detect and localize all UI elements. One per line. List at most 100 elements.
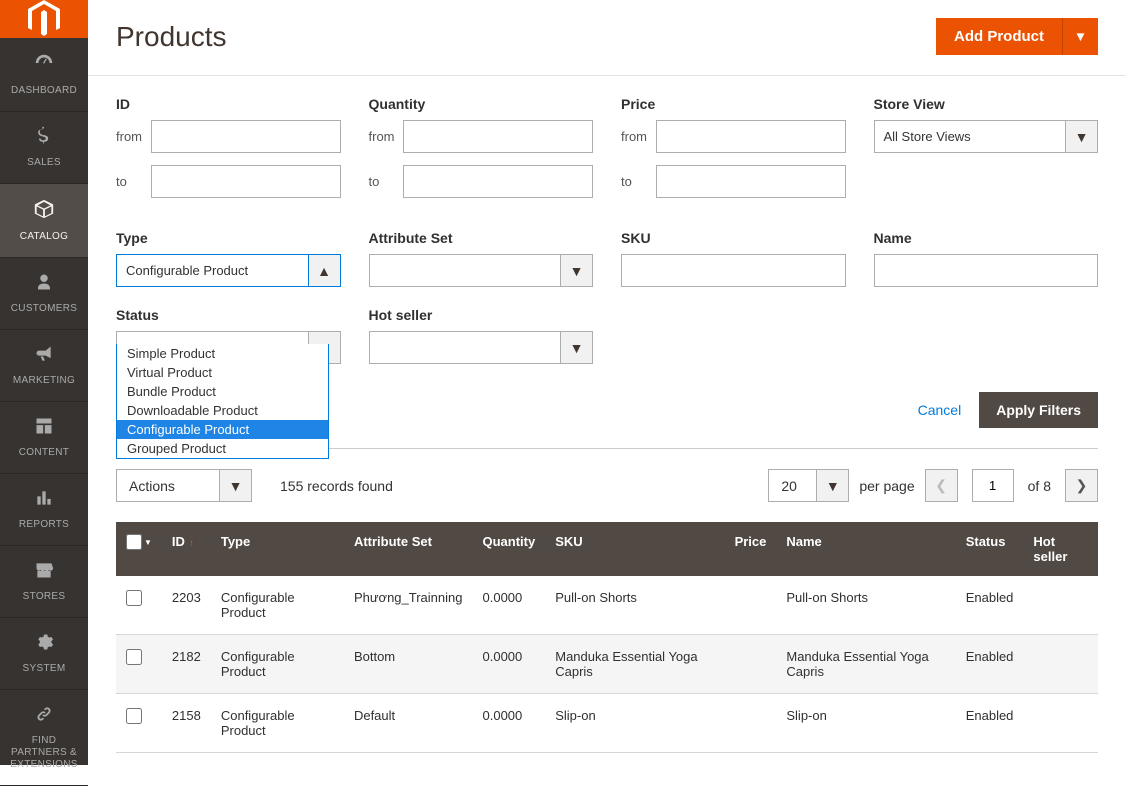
chevron-down-icon[interactable]: ▼ [560,254,593,287]
perpage-select[interactable]: 20 ▼ [768,469,849,502]
records-found: 155 records found [280,478,393,494]
row-checkbox[interactable] [126,708,142,724]
add-product-group: Add Product ▼ [936,18,1098,55]
col-attrset[interactable]: Attribute Set [344,522,473,576]
col-status[interactable]: Status [956,522,1024,576]
nav-catalog[interactable]: CATALOG [0,184,88,258]
to-label: to [116,174,151,189]
cell-attrset: Bottom [344,635,473,694]
type-option-downloadable[interactable]: Downloadable Product [117,401,328,420]
nav-marketing[interactable]: MARKETING [0,330,88,402]
price-to-input[interactable] [656,165,846,198]
nav-system[interactable]: SYSTEM [0,618,88,690]
bars-icon [34,488,54,514]
table-row[interactable]: 2182Configurable ProductBottom0.0000Mand… [116,635,1098,694]
col-sku[interactable]: SKU [545,522,724,576]
price-from-input[interactable] [656,120,846,153]
layout-icon [34,416,54,442]
chevron-down-icon[interactable]: ▼ [219,469,252,502]
row-checkbox[interactable] [126,590,142,606]
col-price[interactable]: Price [725,522,777,576]
chevron-left-icon: ❮ [935,477,947,494]
nav-stores[interactable]: STORES [0,546,88,618]
hotseller-select[interactable]: ▼ [369,331,594,364]
hotseller-value [369,331,561,364]
table-row[interactable]: 2158Configurable ProductDefault0.0000Sli… [116,694,1098,753]
prev-page-button[interactable]: ❮ [925,469,958,502]
page-input[interactable] [972,469,1014,502]
type-option-grouped[interactable]: Grouped Product [117,439,328,458]
actions-select[interactable]: Actions ▼ [116,469,252,502]
main-content: Products Add Product ▼ ID from to Quanti… [88,0,1126,765]
storeview-select[interactable]: All Store Views ▼ [874,120,1099,153]
col-type[interactable]: Type [211,522,344,576]
nav-label: MARKETING [13,375,75,387]
to-label: to [621,174,656,189]
quantity-from-input[interactable] [403,120,593,153]
nav-label: DASHBOARD [11,85,77,97]
add-product-button[interactable]: Add Product [936,18,1062,55]
cell-type: Configurable Product [211,694,344,753]
cell-id: 2182 [162,635,211,694]
link-icon [34,704,54,730]
type-option-bundle[interactable]: Bundle Product [117,382,328,401]
chevron-down-icon: ▼ [1074,29,1087,44]
cell-id: 2203 [162,576,211,635]
nav-sales[interactable]: SALES [0,112,88,184]
col-id[interactable]: ID↑ [162,522,211,576]
from-label: from [621,129,656,144]
apply-filters-button[interactable]: Apply Filters [979,392,1098,428]
page-title: Products [116,21,227,53]
nav-label: CUSTOMERS [11,303,77,315]
type-option-simple[interactable]: Simple Product [117,344,328,363]
cell-hotseller [1023,635,1098,694]
quantity-to-input[interactable] [403,165,593,198]
to-label: to [369,174,404,189]
cell-hotseller [1023,694,1098,753]
cell-attrset: Default [344,694,473,753]
chevron-down-icon[interactable]: ▼ [816,469,849,502]
magento-logo[interactable] [0,0,88,38]
nav-reports[interactable]: REPORTS [0,474,88,546]
table-row[interactable]: 2203Configurable ProductPhương_Trainning… [116,576,1098,635]
id-to-input[interactable] [151,165,341,198]
from-label: from [369,129,404,144]
from-label: from [116,129,151,144]
attrset-select[interactable]: ▼ [369,254,594,287]
col-quantity[interactable]: Quantity [473,522,546,576]
type-option-virtual[interactable]: Virtual Product [117,363,328,382]
select-all-checkbox[interactable] [126,534,142,550]
next-page-button[interactable]: ❯ [1065,469,1098,502]
col-hotseller[interactable]: Hot seller [1023,522,1098,576]
cell-status: Enabled [956,694,1024,753]
box-icon [33,198,55,226]
id-from-input[interactable] [151,120,341,153]
name-input[interactable] [874,254,1099,287]
col-name[interactable]: Name [776,522,955,576]
type-value: Configurable Product [116,254,308,287]
chevron-down-icon[interactable]: ▼ [144,538,152,547]
nav-label: CATALOG [20,231,68,243]
type-option-configurable[interactable]: Configurable Product [117,420,328,439]
nav-customers[interactable]: CUSTOMERS [0,258,88,330]
sort-asc-icon: ↑ [189,538,194,549]
chevron-down-icon[interactable]: ▼ [1065,120,1098,153]
cancel-button[interactable]: Cancel [918,402,962,418]
chevron-down-icon[interactable]: ▼ [560,331,593,364]
cell-quantity: 0.0000 [473,635,546,694]
filter-quantity-label: Quantity [369,96,594,112]
nav-label: SYSTEM [23,663,66,675]
nav-dashboard[interactable]: DASHBOARD [0,38,88,112]
nav-content[interactable]: CONTENT [0,402,88,474]
chevron-up-icon[interactable]: ▲ [308,254,341,287]
products-table: ▼ ID↑ Type Attribute Set Quantity SKU Pr… [116,522,1098,753]
type-select[interactable]: Configurable Product ▲ [116,254,341,287]
row-checkbox[interactable] [126,649,142,665]
cell-price [725,635,777,694]
person-icon [35,272,53,298]
cell-name: Slip-on [776,694,955,753]
megaphone-icon [33,344,55,370]
sku-input[interactable] [621,254,846,287]
nav-partners[interactable]: FIND PARTNERS & EXTENSIONS [0,690,88,786]
add-product-toggle[interactable]: ▼ [1062,18,1098,55]
